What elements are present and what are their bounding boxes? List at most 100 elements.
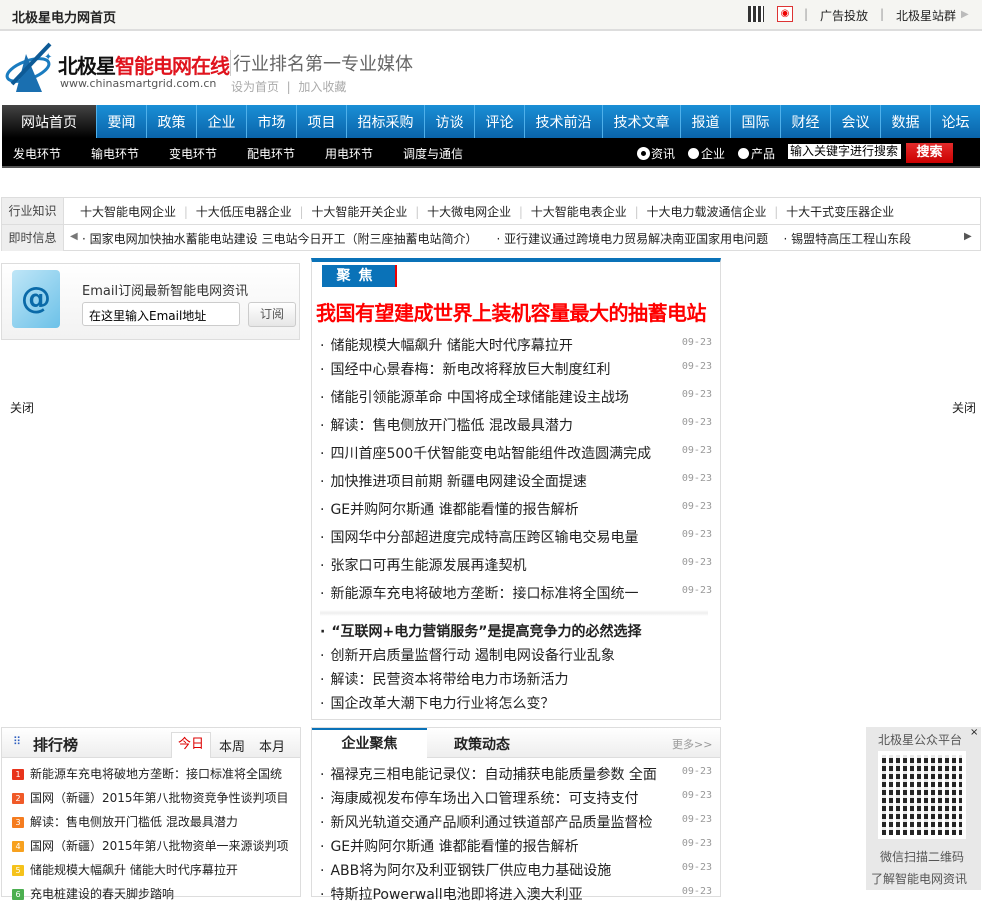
nav-item[interactable]: 评论 <box>474 105 524 138</box>
news-item[interactable]: 张家口可再生能源发展再逢契机 09-23 <box>320 555 712 575</box>
radio-icon[interactable] <box>738 148 749 159</box>
radio-icon[interactable] <box>688 148 699 159</box>
email-input[interactable]: 在这里输入Email地址 <box>82 302 240 326</box>
knowledge-link[interactable]: 十大电力载波通信企业 <box>646 205 766 219</box>
tab-policy-news[interactable]: 政策动态 <box>454 734 510 754</box>
news-item[interactable]: 四川首座500千伏智能变电站智能组件改造圆满完成 09-23 <box>320 443 712 463</box>
news-title[interactable]: 新风光轨道交通产品顺利通过铁道部产品质量监督检 <box>330 815 652 831</box>
news-title[interactable]: 国经中心景春梅：新电改将释放巨大制度红利 <box>330 362 610 378</box>
news-item[interactable]: “互联网+电力营销服务”是提高竞争力的必然选择 <box>320 621 712 641</box>
news-item[interactable]: 创新开启质量监督行动 遏制电网设备行业乱象 <box>320 645 712 665</box>
nav-item[interactable]: 会议 <box>830 105 880 138</box>
search-option-news[interactable]: 资讯 <box>638 145 675 162</box>
news-item[interactable]: 储能引领能源革命 中国将成全球储能建设主战场 09-23 <box>320 387 712 407</box>
news-item[interactable]: 福禄克三相电能记录仪：自动捕获电能质量参数 全面 09-23 <box>320 764 712 784</box>
news-item[interactable]: 国企改革大潮下电力行业将怎么变？ <box>320 693 712 713</box>
nav-item[interactable]: 要闻 <box>96 105 146 138</box>
news-item[interactable]: 加快推进项目前期 新疆电网建设全面提速 09-23 <box>320 471 712 491</box>
ticker-next-icon[interactable]: ▶ <box>964 231 972 242</box>
news-item[interactable]: GE并购阿尔斯通 谁都能看懂的报告解析 09-23 <box>320 836 712 856</box>
ranking-item[interactable]: 4 国网（新疆）2015年第八批物资单一来源谈判项 <box>12 837 289 854</box>
subnav-item[interactable]: 配电环节 <box>247 145 295 162</box>
qrcode-icon[interactable] <box>748 6 764 22</box>
nav-item[interactable]: 市场 <box>246 105 296 138</box>
bookmark-link[interactable]: 加入收藏 <box>298 80 346 94</box>
ticker-prev-icon[interactable]: ◀ <box>70 231 78 242</box>
news-title[interactable]: 国网华中分部超进度完成特高压跨区输电交易电量 <box>330 530 638 546</box>
knowledge-link[interactable]: 十大智能电表企业 <box>531 205 627 219</box>
logo-icon[interactable]: ✦ <box>4 40 56 96</box>
news-title[interactable]: 储能引领能源革命 中国将成全球储能建设主战场 <box>330 390 628 406</box>
ranking-item[interactable]: 5 储能规模大幅飙升 储能大时代序幕拉开 <box>12 861 238 878</box>
focus-tab[interactable]: 聚焦 <box>322 265 397 287</box>
focus-headline[interactable]: 我国有望建成世界上装机容量最大的抽蓄电站 <box>316 297 707 326</box>
nav-item[interactable]: 项目 <box>296 105 346 138</box>
ranking-item[interactable]: 2 国网（新疆）2015年第八批物资竞争性谈判项目 <box>12 789 289 806</box>
subnav-item[interactable]: 输电环节 <box>91 145 139 162</box>
news-title[interactable]: 储能规模大幅飙升 储能大时代序幕拉开 <box>330 338 572 354</box>
news-item[interactable]: 新能源车充电将破地方垄断：接口标准将全国统一 09-23 <box>320 583 712 603</box>
ticker-item[interactable]: 亚行建议通过跨境电力贸易解决南亚国家用电问题 <box>504 232 768 246</box>
nav-item[interactable]: 论坛 <box>930 105 980 138</box>
subnav-item[interactable]: 调度与通信 <box>403 145 463 162</box>
radio-checked-icon[interactable] <box>638 148 649 159</box>
news-title[interactable]: GE并购阿尔斯通 谁都能看懂的报告解析 <box>330 502 578 518</box>
ticker-item[interactable]: 国家电网加快抽水蓄能电站建设 三电站今日开工（附三座抽蓄电站简介） <box>90 232 478 246</box>
ranking-title[interactable]: 新能源车充电将破地方垄断：接口标准将全国统 <box>30 767 282 781</box>
nav-item[interactable]: 招标采购 <box>346 105 424 138</box>
tab-week[interactable]: 本周 <box>219 736 245 755</box>
close-icon[interactable]: × <box>970 727 978 738</box>
nav-item[interactable]: 国际 <box>730 105 780 138</box>
ranking-item[interactable]: 6 充电桩建设的春天脚步踏响 <box>12 885 174 902</box>
news-item[interactable]: 国网华中分部超进度完成特高压跨区输电交易电量 09-23 <box>320 527 712 547</box>
news-title[interactable]: 特斯拉Powerwall电池即将进入澳大利亚 <box>330 887 582 903</box>
site-group-link[interactable]: 北极星站群 <box>896 7 956 24</box>
search-option-company[interactable]: 企业 <box>688 145 725 162</box>
news-title[interactable]: 四川首座500千伏智能变电站智能组件改造圆满完成 <box>330 446 651 462</box>
ranking-item[interactable]: 1 新能源车充电将破地方垄断：接口标准将全国统 <box>12 765 282 782</box>
news-title[interactable]: GE并购阿尔斯通 谁都能看懂的报告解析 <box>330 839 578 855</box>
news-title[interactable]: 海康威视发布停车场出入口管理系统：可支持支付 <box>330 791 638 807</box>
news-title[interactable]: 加快推进项目前期 新疆电网建设全面提速 <box>330 474 586 490</box>
subnav-item[interactable]: 发电环节 <box>13 145 61 162</box>
nav-item[interactable]: 报道 <box>680 105 730 138</box>
news-item[interactable]: 解读：民营资本将带给电力市场新活力 <box>320 669 712 689</box>
ranking-item[interactable]: 3 解读：售电侧放开门槛低 混改最具潜力 <box>12 813 238 830</box>
nav-item[interactable]: 技术文章 <box>602 105 680 138</box>
more-link[interactable]: 更多>> <box>672 736 712 752</box>
set-home-link[interactable]: 设为首页 <box>231 80 279 94</box>
search-option-product[interactable]: 产品 <box>738 145 775 162</box>
ranking-title[interactable]: 充电桩建设的春天脚步踏响 <box>30 887 174 901</box>
news-title[interactable]: ABB将为阿尔及利亚钢铁厂供应电力基础设施 <box>330 863 611 879</box>
news-item[interactable]: 国经中心景春梅：新电改将释放巨大制度红利 09-23 <box>320 359 712 379</box>
subnav-item[interactable]: 用电环节 <box>325 145 373 162</box>
ticker-item[interactable]: 锡盟特高压工程山东段 <box>791 232 911 246</box>
news-item[interactable]: 海康威视发布停车场出入口管理系统：可支持支付 09-23 <box>320 788 712 808</box>
news-item[interactable]: 特斯拉Powerwall电池即将进入澳大利亚 09-23 <box>320 884 712 904</box>
news-title[interactable]: 新能源车充电将破地方垄断：接口标准将全国统一 <box>330 586 638 602</box>
knowledge-link[interactable]: 十大智能开关企业 <box>311 205 407 219</box>
close-ad-right[interactable]: 关闭 <box>952 399 976 416</box>
tab-today[interactable]: 今日 <box>171 732 211 758</box>
news-item[interactable]: 新风光轨道交通产品顺利通过铁道部产品质量监督检 09-23 <box>320 812 712 832</box>
nav-item[interactable]: 数据 <box>880 105 930 138</box>
nav-item[interactable]: 网站首页 <box>2 105 96 138</box>
knowledge-link[interactable]: 十大智能电网企业 <box>80 205 176 219</box>
news-item[interactable]: GE并购阿尔斯通 谁都能看懂的报告解析 09-23 <box>320 499 712 519</box>
nav-item[interactable]: 技术前沿 <box>524 105 602 138</box>
ranking-title[interactable]: 国网（新疆）2015年第八批物资单一来源谈判项 <box>30 839 289 853</box>
ranking-title[interactable]: 储能规模大幅飙升 储能大时代序幕拉开 <box>30 863 238 877</box>
news-title[interactable]: 解读：售电侧放开门槛低 混改最具潜力 <box>330 418 572 434</box>
ranking-title[interactable]: 解读：售电侧放开门槛低 混改最具潜力 <box>30 815 238 829</box>
nav-item[interactable]: 政策 <box>146 105 196 138</box>
ranking-title[interactable]: 国网（新疆）2015年第八批物资竞争性谈判项目 <box>30 791 289 805</box>
news-title[interactable]: 福禄克三相电能记录仪：自动捕获电能质量参数 全面 <box>330 767 656 783</box>
knowledge-link[interactable]: 十大干式变压器企业 <box>786 205 894 219</box>
subscribe-button[interactable]: 订阅 <box>248 302 296 327</box>
nav-item[interactable]: 访谈 <box>424 105 474 138</box>
news-item[interactable]: 解读：售电侧放开门槛低 混改最具潜力 09-23 <box>320 415 712 435</box>
site-home-link[interactable]: 北极星电力网首页 <box>12 7 116 26</box>
news-item[interactable]: 储能规模大幅飙升 储能大时代序幕拉开 09-23 <box>320 335 712 355</box>
nav-item[interactable]: 财经 <box>780 105 830 138</box>
close-ad-left[interactable]: 关闭 <box>10 399 34 416</box>
